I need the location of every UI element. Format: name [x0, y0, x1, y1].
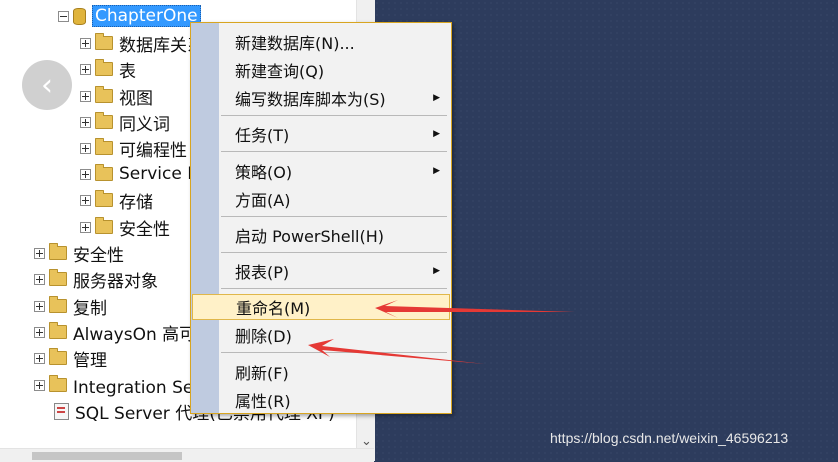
arrow-to-delete — [308, 339, 485, 364]
annotation-arrows — [308, 300, 575, 364]
arrow-to-rename — [375, 300, 575, 318]
watermark: https://blog.csdn.net/weixin_46596213 — [550, 430, 789, 446]
